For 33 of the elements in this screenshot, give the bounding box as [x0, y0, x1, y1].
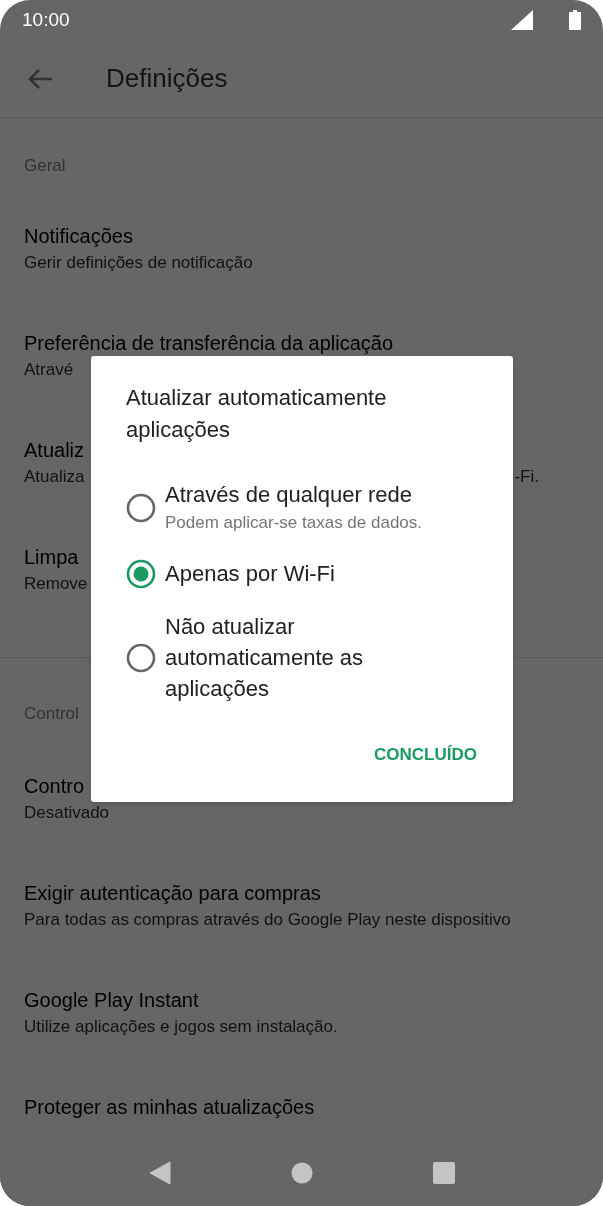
setting-title[interactable]: Google Play Instant — [24, 986, 199, 1014]
setting-subtitle: Gerir definições de notificação — [24, 252, 253, 274]
back-arrow-icon[interactable] — [27, 67, 53, 90]
done-button[interactable]: CONCLUÍDO — [373, 738, 478, 772]
setting-subtitle: Utilize aplicações e jogos sem instalação. — [24, 1016, 338, 1038]
radio-icon[interactable] — [126, 642, 156, 673]
setting-title[interactable]: Contro — [24, 772, 85, 800]
battery-icon — [569, 10, 581, 30]
option-hint: Podem aplicar-se taxas de dados. — [165, 512, 423, 534]
recents-nav-icon[interactable] — [432, 1162, 455, 1184]
setting-subtitle: -Fi. — [514, 466, 540, 488]
setting-title[interactable]: Exigir autenticação para compras — [24, 879, 321, 907]
back-nav-icon[interactable] — [148, 1161, 171, 1185]
radio-selected-icon[interactable] — [126, 558, 156, 589]
setting-subtitle: Remove — [24, 573, 88, 595]
signal-icon — [511, 10, 533, 30]
setting-subtitle: Atravé — [24, 359, 74, 381]
setting-title[interactable]: Notificações — [24, 222, 133, 250]
radio-option[interactable]: Não atualizar automaticamente as aplicações — [126, 611, 478, 704]
radio-icon[interactable] — [126, 492, 156, 523]
setting-title[interactable]: Preferência de transferência da aplicação — [24, 329, 394, 357]
home-nav-icon[interactable] — [290, 1162, 313, 1184]
setting-title[interactable]: Proteger as minhas atualizações — [24, 1093, 315, 1121]
status-time: 10:00 — [22, 7, 70, 32]
setting-subtitle: Desativado — [24, 802, 110, 824]
setting-title[interactable]: Atualiz — [24, 436, 85, 464]
setting-subtitle: Atualiza — [24, 466, 85, 488]
screen-title: Definições — [106, 62, 228, 95]
setting-title[interactable]: Limpa — [24, 543, 79, 571]
setting-subtitle: Para todas as compras através do Google Play neste dispositivo — [24, 909, 511, 931]
dialog-title: Atualizar automaticamente aplicações — [126, 384, 388, 444]
radio-option[interactable]: Através de qualquer rede Podem aplicar-se taxas de dados. — [126, 479, 478, 536]
radio-option[interactable]: Apenas por Wi-Fi — [126, 558, 478, 589]
